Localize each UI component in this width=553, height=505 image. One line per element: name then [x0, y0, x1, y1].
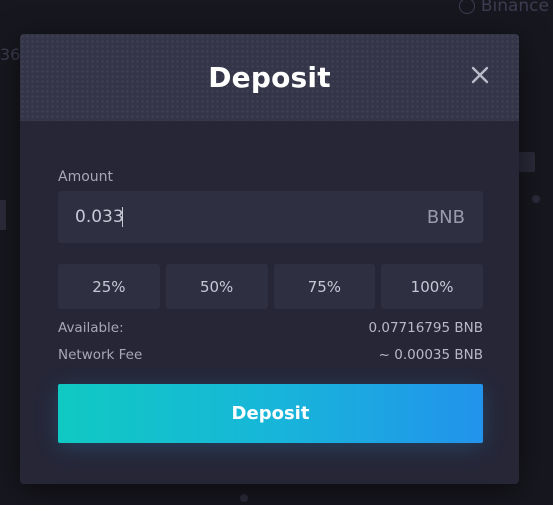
network-fee-label: Network Fee: [58, 347, 143, 363]
background-bar: [517, 152, 535, 172]
background-token-name: Binance: [480, 0, 549, 16]
background-mark: [532, 195, 540, 203]
background-number: 36: [0, 45, 21, 64]
background-mark: [240, 494, 248, 502]
background-token-label: Binance: [458, 0, 549, 16]
percent-25-button[interactable]: 25%: [58, 264, 160, 309]
percent-buttons: 25% 50% 75% 100%: [58, 264, 483, 309]
percent-75-button[interactable]: 75%: [273, 264, 376, 309]
amount-input[interactable]: [75, 207, 123, 227]
modal-header: Deposit: [20, 34, 519, 121]
close-button[interactable]: [470, 65, 490, 85]
deposit-modal: Deposit Amount BNB 25% 50% 75% 100% Avai…: [20, 34, 519, 484]
available-label: Available:: [58, 320, 124, 336]
network-fee-row: Network Fee ~ 0.00035 BNB: [58, 347, 483, 363]
deposit-button[interactable]: Deposit: [58, 384, 483, 443]
amount-label: Amount: [58, 169, 114, 185]
network-fee-value: ~ 0.00035 BNB: [378, 347, 483, 363]
binance-coin-icon: [458, 0, 475, 14]
modal-title: Deposit: [208, 61, 331, 94]
background-mark: [0, 200, 6, 230]
close-icon: [471, 66, 489, 84]
amount-currency: BNB: [426, 206, 465, 228]
percent-50-button[interactable]: 50%: [165, 264, 268, 309]
text-cursor: [122, 207, 123, 227]
available-row: Available: 0.07716795 BNB: [58, 320, 483, 336]
percent-100-button[interactable]: 100%: [381, 264, 483, 309]
available-value: 0.07716795 BNB: [368, 320, 483, 336]
amount-field[interactable]: BNB: [58, 191, 483, 243]
